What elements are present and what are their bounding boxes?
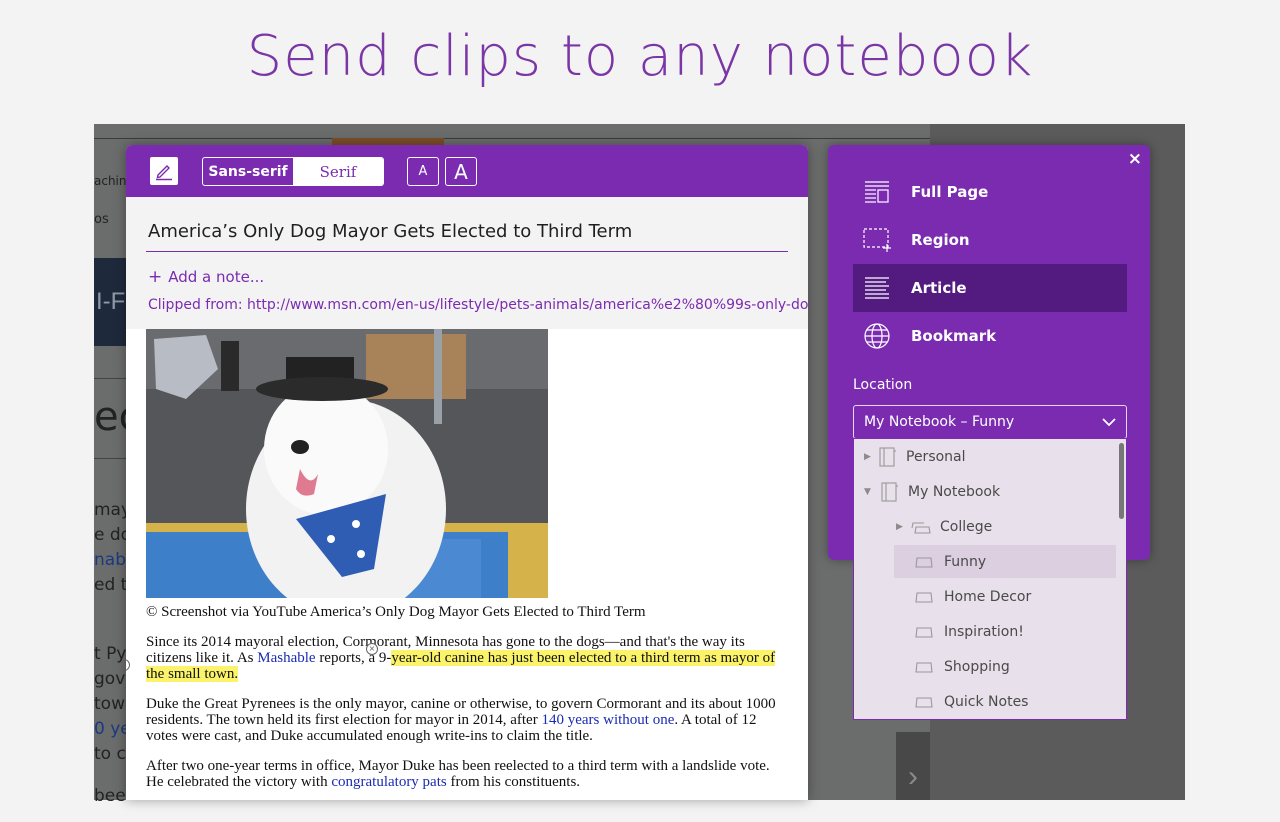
section-group-icon bbox=[911, 521, 931, 534]
article-paragraphs: Since its 2014 mayoral election, Cormora… bbox=[146, 634, 788, 790]
section-icon bbox=[915, 696, 933, 708]
expand-arrow-icon[interactable]: ▶ bbox=[864, 452, 876, 462]
region-icon bbox=[863, 226, 891, 254]
mode-bookmark[interactable]: Bookmark bbox=[853, 312, 1127, 360]
location-value: My Notebook – Funny bbox=[864, 414, 1015, 430]
tree-item-section[interactable]: Home Decor bbox=[894, 580, 1116, 613]
font-toggle: Sans-serif Serif bbox=[202, 157, 384, 186]
tree-item-label: Funny bbox=[944, 553, 987, 570]
remove-highlight-icon[interactable]: × bbox=[126, 659, 130, 671]
close-button[interactable]: × bbox=[1128, 149, 1142, 169]
tree-item-section[interactable]: Shopping bbox=[894, 650, 1116, 683]
tree-item-notebook[interactable]: ▼ My Notebook bbox=[864, 475, 1114, 508]
divider bbox=[94, 138, 930, 139]
collapse-arrow-icon[interactable]: ▼ bbox=[864, 487, 876, 497]
article-body: © Screenshot via YouTube America’s Only … bbox=[126, 329, 808, 790]
dropdown-scrollbar[interactable] bbox=[1119, 443, 1124, 519]
preview-header: America’s Only Dog Mayor Gets Elected to… bbox=[126, 197, 808, 329]
tree-item-label: College bbox=[940, 518, 993, 535]
tree-item-label: Shopping bbox=[944, 658, 1010, 675]
tree-item-section[interactable]: Inspiration! bbox=[894, 615, 1116, 648]
clipped-from-url: Clipped from: http://www.msn.com/en-us/l… bbox=[148, 297, 808, 313]
pencil-icon bbox=[156, 165, 172, 181]
headline: Send clips to any notebook bbox=[246, 24, 1034, 89]
serif-option[interactable]: Serif bbox=[293, 158, 383, 185]
mode-region[interactable]: Region bbox=[853, 216, 1127, 264]
dog-photo bbox=[146, 329, 548, 598]
section-icon bbox=[915, 591, 933, 603]
tree-item-section-selected[interactable]: Funny bbox=[894, 545, 1116, 578]
tree-item-label: Inspiration! bbox=[944, 623, 1024, 640]
mode-label: Article bbox=[911, 279, 967, 297]
decrease-font-size-button[interactable]: A bbox=[407, 157, 439, 186]
title-underline bbox=[146, 251, 788, 252]
globe-icon bbox=[863, 322, 891, 350]
tree-item-notebook[interactable]: ▶ Personal bbox=[864, 440, 1114, 473]
article-link[interactable]: congratulatory pats bbox=[331, 774, 446, 790]
clip-title[interactable]: America’s Only Dog Mayor Gets Elected to… bbox=[148, 221, 632, 242]
tree-item-section-group[interactable]: ▶ College bbox=[896, 510, 1116, 543]
next-arrow-button[interactable]: › bbox=[896, 732, 930, 800]
plus-icon: + bbox=[148, 267, 163, 287]
highlighter-button[interactable] bbox=[150, 157, 178, 185]
location-label: Location bbox=[853, 377, 913, 393]
article-paragraph: Since its 2014 mayoral election, Cormora… bbox=[146, 634, 788, 682]
photo-caption: © Screenshot via YouTube America’s Only … bbox=[146, 604, 646, 620]
mode-label: Region bbox=[911, 231, 970, 249]
tree-item-section[interactable]: Quick Notes bbox=[894, 685, 1116, 718]
article-paragraph: After two one-year terms in office, Mayo… bbox=[146, 758, 788, 790]
bg-fragment: bee bbox=[94, 786, 126, 806]
clip-preview: Sans-serif Serif A A America’s Only Dog … bbox=[126, 145, 808, 800]
mode-full-page[interactable]: Full Page bbox=[853, 168, 1127, 216]
article-link[interactable]: Mashable bbox=[257, 650, 315, 666]
notebook-icon bbox=[879, 446, 896, 467]
section-icon bbox=[915, 661, 933, 673]
divider bbox=[94, 378, 126, 379]
remove-highlight-icon[interactable]: × bbox=[366, 643, 378, 655]
article-photo bbox=[146, 329, 548, 598]
article-icon bbox=[863, 274, 891, 302]
section-icon bbox=[915, 626, 933, 638]
divider bbox=[94, 458, 126, 459]
bg-fragment: ed t bbox=[94, 575, 128, 595]
chevron-right-icon: › bbox=[908, 760, 918, 793]
tree-item-label: My Notebook bbox=[908, 483, 1001, 500]
section-icon bbox=[915, 556, 933, 568]
article-paragraph: Duke the Great Pyrenees is the only mayo… bbox=[146, 696, 788, 744]
preview-toolbar: Sans-serif Serif A A bbox=[126, 145, 808, 197]
tree-item-label: Quick Notes bbox=[944, 693, 1029, 710]
add-note-button[interactable]: + Add a note... bbox=[148, 267, 264, 287]
chevron-down-icon bbox=[1102, 417, 1116, 426]
bg-fragment: I-F bbox=[96, 288, 126, 315]
bg-fragment: os bbox=[94, 212, 109, 227]
location-select[interactable]: My Notebook – Funny bbox=[853, 405, 1127, 439]
mode-article[interactable]: Article bbox=[853, 264, 1127, 312]
bg-navy-block: I-F bbox=[94, 258, 126, 346]
tree-item-label: Personal bbox=[906, 448, 966, 465]
mode-label: Bookmark bbox=[911, 327, 997, 345]
expand-arrow-icon[interactable]: ▶ bbox=[896, 522, 908, 532]
full-page-icon bbox=[863, 178, 891, 206]
mode-label: Full Page bbox=[911, 183, 989, 201]
tree-item-label: Home Decor bbox=[944, 588, 1032, 605]
increase-font-size-button[interactable]: A bbox=[445, 157, 477, 186]
add-note-label: Add a note... bbox=[168, 268, 265, 286]
article-text: from his constituents. bbox=[446, 774, 581, 790]
location-dropdown: ▶ Personal ▼ My Notebook ▶ College Funny… bbox=[853, 438, 1127, 720]
bg-fragment: to c bbox=[94, 744, 126, 764]
sans-serif-option[interactable]: Sans-serif bbox=[203, 158, 293, 185]
article-text: reports, a 9- bbox=[315, 650, 392, 666]
article-link[interactable]: 140 years without one bbox=[541, 712, 674, 728]
notebook-icon bbox=[881, 481, 898, 502]
